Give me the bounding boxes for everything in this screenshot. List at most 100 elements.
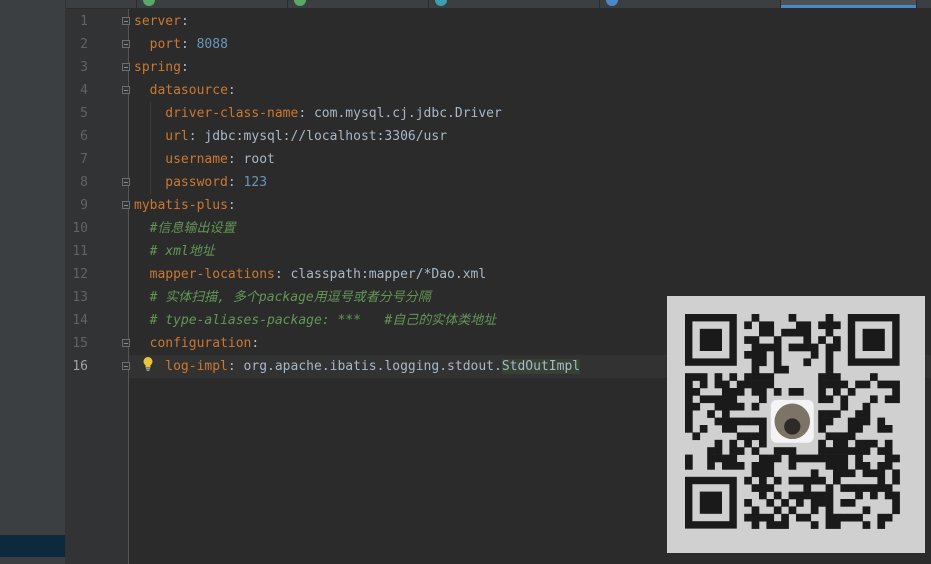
editor-tab[interactable]	[600, 0, 781, 8]
qr-module	[877, 521, 886, 529]
qr-module	[892, 395, 900, 404]
qr-module	[825, 358, 834, 367]
qr-module	[788, 454, 797, 463]
yaml-key: port	[149, 37, 181, 52]
qr-module	[796, 321, 804, 330]
qr-module	[759, 358, 767, 367]
code-line[interactable]: password: 123	[165, 171, 267, 194]
qr-module	[759, 469, 767, 478]
qr-module	[788, 447, 797, 455]
qr-module	[759, 454, 767, 463]
qr-module	[781, 328, 789, 337]
qr-module	[685, 402, 693, 411]
qr-module	[892, 388, 900, 396]
project-tree-selection[interactable]	[0, 535, 65, 557]
yaml-separator: :	[180, 60, 189, 75]
code-line[interactable]: # type-aliases-package: *** #自己的实体类地址	[150, 309, 497, 332]
editor-tab[interactable]	[288, 0, 429, 8]
qr-module	[796, 499, 804, 507]
fold-marker-icon[interactable]	[122, 339, 130, 347]
qr-module	[833, 447, 841, 455]
qr-module	[840, 484, 849, 492]
code-line[interactable]: port: 8088	[150, 33, 228, 56]
qr-module	[714, 417, 723, 426]
qr-module	[833, 388, 841, 396]
qr-module	[840, 447, 849, 455]
qr-module	[884, 454, 893, 463]
qr-module	[766, 343, 775, 352]
qr-module	[825, 491, 834, 500]
qr-module	[825, 513, 834, 522]
code-line[interactable]: mapper-locations: classpath:mapper/*Dao.…	[150, 263, 487, 286]
qr-module	[803, 491, 812, 500]
qr-module	[714, 447, 723, 455]
code-line[interactable]: log-impl: org.apache.ibatis.logging.stdo…	[165, 355, 581, 378]
qr-module	[833, 513, 841, 522]
qr-module	[714, 373, 723, 381]
qr-module	[862, 469, 871, 478]
code-line[interactable]: username: root	[165, 148, 275, 171]
qr-module	[714, 395, 723, 404]
editor-tab[interactable]	[66, 0, 137, 8]
qr-module	[803, 513, 812, 522]
qr-module	[729, 447, 738, 455]
qr-module	[870, 395, 878, 404]
qr-module	[847, 388, 856, 396]
qr-module	[818, 380, 826, 389]
fold-marker-icon[interactable]	[122, 63, 130, 71]
active-tab-underline	[781, 5, 916, 8]
code-line[interactable]: configuration:	[150, 332, 260, 355]
qr-module	[736, 380, 745, 389]
code-line[interactable]: #信息输出设置	[150, 217, 236, 240]
code-line[interactable]: server:	[134, 10, 189, 33]
editor-tab[interactable]	[429, 0, 600, 8]
qr-module	[766, 521, 775, 529]
lightbulb-icon[interactable]	[142, 356, 154, 372]
qr-module	[759, 380, 767, 389]
fold-marker-icon[interactable]	[122, 40, 130, 48]
qr-module	[825, 417, 834, 426]
qr-module	[825, 365, 834, 374]
qr-module	[818, 439, 826, 448]
fold-marker-icon[interactable]	[122, 178, 130, 186]
qr-module	[722, 462, 730, 470]
qr-module	[773, 447, 782, 455]
editor-tab[interactable]	[137, 0, 288, 8]
qr-module	[862, 462, 871, 470]
qr-module	[685, 410, 693, 418]
qr-module	[751, 336, 760, 344]
qr-module	[781, 365, 789, 374]
qr-module	[884, 380, 893, 389]
qr-module	[692, 402, 701, 411]
code-line[interactable]: url: jdbc:mysql://localhost:3306/usr	[165, 125, 447, 148]
fold-marker-icon[interactable]	[122, 17, 130, 25]
yaml-value: 123	[243, 175, 268, 190]
qr-module	[759, 321, 767, 330]
yaml-key: url	[165, 129, 189, 144]
qr-module	[870, 439, 878, 448]
yaml-separator: :	[274, 267, 291, 282]
qr-module	[862, 447, 871, 455]
qr-module	[714, 380, 723, 389]
code-line[interactable]: # xml地址	[150, 240, 215, 263]
qr-module	[751, 447, 760, 455]
qr-module	[840, 432, 849, 441]
fold-marker-icon[interactable]	[122, 362, 130, 370]
file-type-icon	[606, 0, 618, 6]
qr-module	[796, 343, 804, 352]
code-line[interactable]: driver-class-name: com.mysql.cj.jdbc.Dri…	[165, 102, 502, 125]
code-line[interactable]: spring:	[134, 56, 189, 79]
qr-module	[759, 328, 767, 337]
qr-module	[714, 439, 723, 448]
qr-module	[722, 417, 730, 426]
code-line[interactable]: # 实体扫描, 多个package用逗号或者分号分隔	[150, 286, 431, 309]
code-line[interactable]: mybatis-plus:	[134, 194, 236, 217]
code-line[interactable]: datasource:	[150, 79, 236, 102]
fold-marker-icon[interactable]	[122, 201, 130, 209]
qr-module	[751, 365, 760, 374]
qr-module	[773, 336, 782, 344]
fold-marker-icon[interactable]	[122, 86, 130, 94]
line-number: 4	[80, 83, 88, 98]
editor-tab-active[interactable]	[781, 0, 917, 8]
qr-module	[810, 499, 819, 507]
